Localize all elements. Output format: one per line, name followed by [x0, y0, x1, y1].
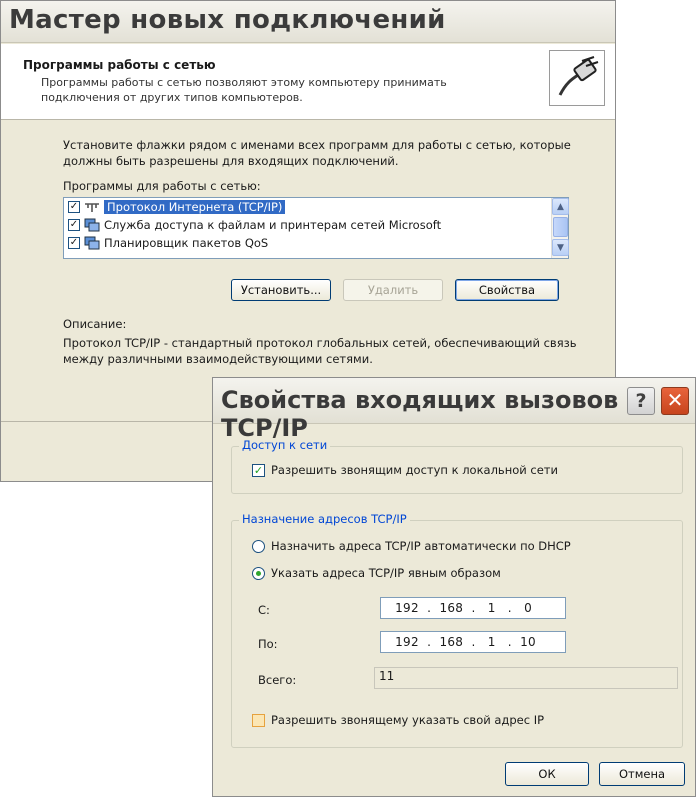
dhcp-radio[interactable]: Назначить адреса TCP/IP автоматически по…	[252, 539, 571, 553]
instruction-text: Установите флажки рядом с именами всех п…	[63, 138, 571, 168]
network-access-legend: Доступ к сети	[239, 438, 331, 452]
network-service-icon	[84, 218, 100, 232]
checkbox-unchecked[interactable]	[252, 713, 265, 727]
checkbox[interactable]: ✓	[68, 237, 80, 249]
dialog-title: Свойства входящих вызовов TCP/IP	[221, 386, 619, 442]
programs-label: Программы для работы с сетью:	[63, 179, 261, 193]
manual-ip-radio[interactable]: Указать адреса TCP/IP явным образом	[252, 566, 501, 580]
ok-button[interactable]: ОК	[505, 762, 589, 786]
to-ip-field[interactable]: 192 . 168 . 1 . 10	[380, 631, 566, 653]
list-item-label: Планировщик пакетов QoS	[104, 236, 269, 250]
close-button[interactable]: ✕	[661, 387, 689, 415]
programs-listbox[interactable]: ✓ Протокол Интернета (TCP/IP) ✓ Служба д…	[63, 197, 569, 259]
manual-option-label: Указать адреса TCP/IP явным образом	[271, 566, 501, 580]
checkbox-checked[interactable]: ✓	[252, 463, 265, 477]
scroll-thumb[interactable]	[553, 217, 568, 237]
ip-assignment-legend: Назначение адресов TCP/IP	[239, 512, 410, 526]
total-value-field: 11	[374, 667, 678, 689]
radio-button[interactable]	[252, 539, 265, 553]
network-access-group: Доступ к сети ✓ Разрешить звонящим досту…	[231, 438, 683, 494]
network-protocol-icon	[84, 200, 100, 214]
cancel-button[interactable]: Отмена	[599, 762, 685, 786]
description-text: Протокол TCP/IP - стандартный протокол г…	[63, 336, 577, 366]
allow-lan-access-label: Разрешить звонящим доступ к локальной се…	[271, 463, 558, 477]
tcpip-properties-dialog: Свойства входящих вызовов TCP/IP ? ✕ Дос…	[212, 377, 696, 797]
listbox-scrollbar[interactable]: ▲ ▼	[551, 198, 569, 258]
radio-button-selected[interactable]	[252, 566, 265, 580]
total-label: Всего:	[258, 673, 297, 687]
to-label: По:	[258, 637, 278, 651]
wizard-header: Программы работы с сетью Программы работ…	[1, 44, 615, 120]
header-description: Программы работы с сетью позволяют этому…	[41, 76, 447, 104]
install-button[interactable]: Установить...	[231, 279, 331, 301]
header-title: Программы работы с сетью	[23, 58, 216, 72]
allow-lan-access-checkbox[interactable]: ✓ Разрешить звонящим доступ к локальной …	[252, 463, 558, 477]
checkbox[interactable]: ✓	[68, 219, 80, 231]
scroll-up-icon[interactable]: ▲	[552, 198, 569, 215]
properties-button[interactable]: Свойства	[455, 279, 559, 301]
list-item[interactable]: ✓ Протокол Интернета (TCP/IP)	[64, 198, 568, 216]
wizard-title: Мастер новых подключений	[1, 1, 615, 43]
from-ip-field[interactable]: 192 . 168 . 1 . 0	[380, 597, 566, 619]
list-item-label: Протокол Интернета (TCP/IP)	[104, 200, 286, 214]
network-cable-icon	[549, 50, 605, 106]
description-label: Описание:	[63, 317, 127, 331]
remove-button[interactable]: Удалить	[343, 279, 443, 301]
from-label: С:	[258, 603, 270, 617]
dialog-title-bar: Свойства входящих вызовов TCP/IP ? ✕	[213, 378, 695, 442]
scroll-down-icon[interactable]: ▼	[552, 239, 569, 256]
network-service-icon	[84, 236, 100, 250]
list-item-label: Служба доступа к файлам и принтерам сете…	[104, 218, 442, 232]
list-item[interactable]: ✓ Служба доступа к файлам и принтерам се…	[64, 216, 568, 234]
allow-own-ip-checkbox[interactable]: Разрешить звонящему указать свой адрес I…	[252, 713, 544, 727]
ip-assignment-group: Назначение адресов TCP/IP Назначить адре…	[231, 512, 683, 748]
list-item[interactable]: ✓ Планировщик пакетов QoS	[64, 234, 568, 252]
dhcp-option-label: Назначить адреса TCP/IP автоматически по…	[271, 539, 571, 553]
checkbox[interactable]: ✓	[68, 201, 80, 213]
allow-own-ip-label: Разрешить звонящему указать свой адрес I…	[271, 713, 545, 727]
help-button[interactable]: ?	[627, 387, 655, 415]
